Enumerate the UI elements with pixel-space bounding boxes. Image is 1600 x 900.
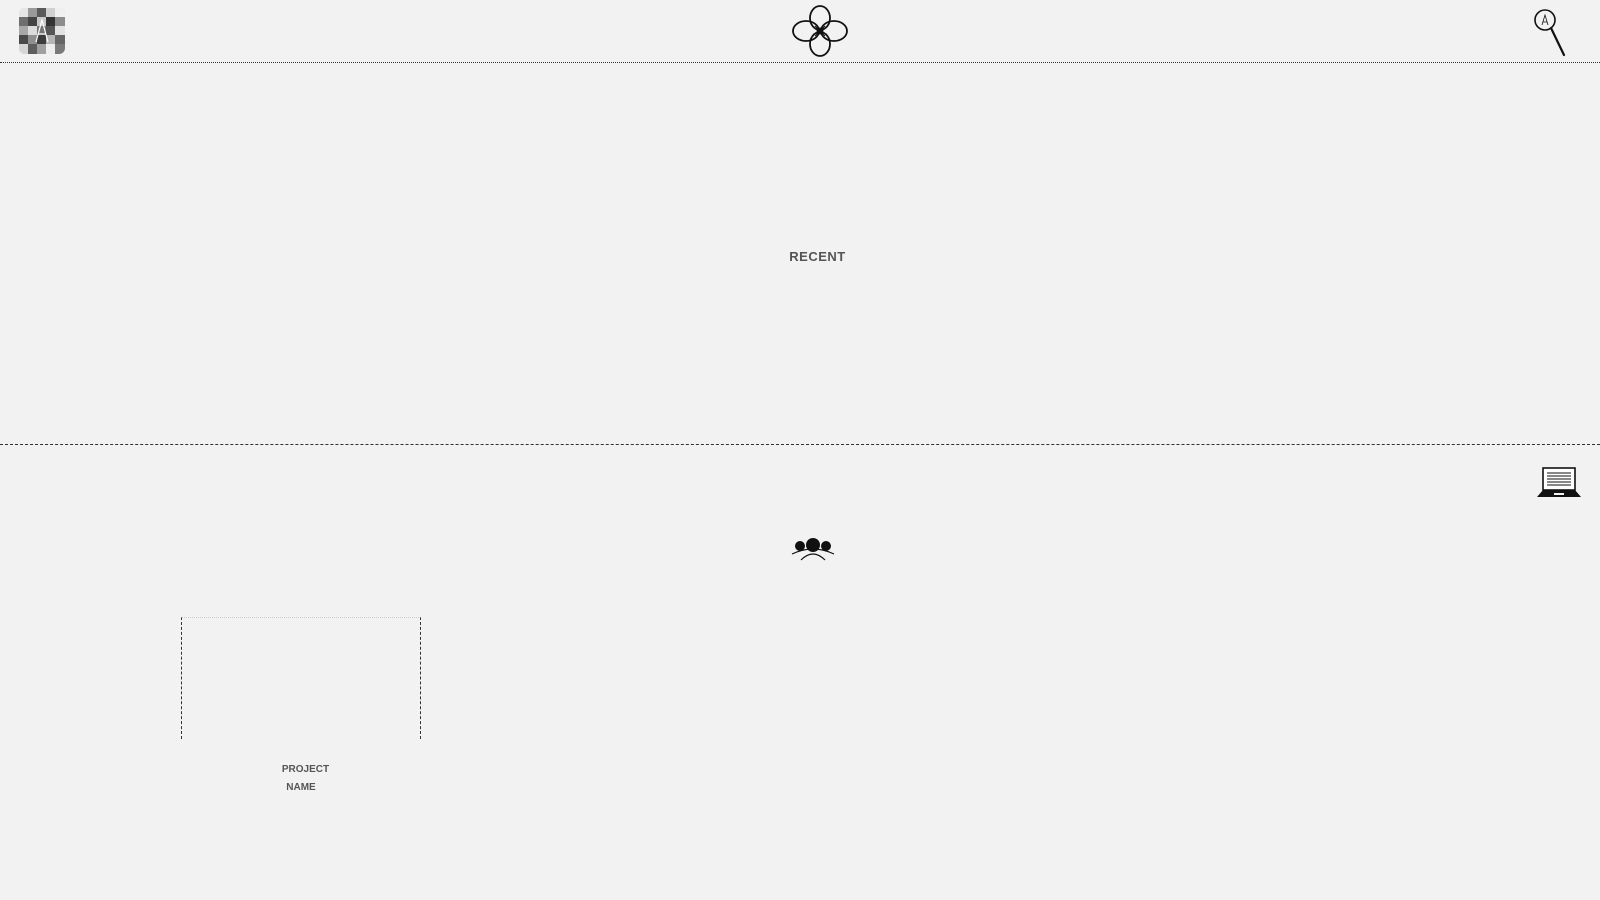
project-thumbnail[interactable] [181, 617, 421, 739]
search-icon[interactable] [1532, 8, 1568, 58]
group-icon[interactable] [791, 538, 835, 562]
project-name-label[interactable]: PROJECT NAME [181, 761, 421, 797]
flower-icon[interactable] [791, 4, 849, 58]
project-name-line1: PROJECT [281, 764, 330, 775]
home-screen: RECENT PROJECT NAME [0, 0, 1600, 900]
recent-section: RECENT [0, 62, 1600, 445]
laptop-icon[interactable] [1535, 466, 1583, 500]
recent-heading: RECENT [789, 249, 846, 264]
top-bar [0, 0, 1600, 63]
project-name-line2: NAME [286, 782, 316, 793]
app-logo-pixel-icon[interactable] [19, 8, 65, 54]
